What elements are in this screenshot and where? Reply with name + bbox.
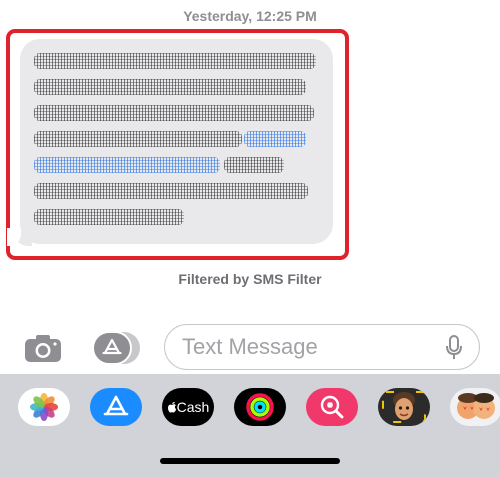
app-store-icon: [102, 338, 122, 355]
blurred-text-line: [34, 79, 306, 95]
memoji-icon: [382, 391, 426, 423]
blurred-text-line: [34, 53, 316, 69]
camera-button[interactable]: [22, 332, 64, 364]
blurred-text-line: [34, 105, 314, 121]
apps-button[interactable]: [92, 331, 142, 365]
message-bubble[interactable]: [20, 39, 333, 244]
composer-row: Text Message: [0, 322, 500, 374]
memoji-stickers-app[interactable]: [450, 388, 500, 426]
blurred-text-line: [34, 209, 184, 225]
memoji-app[interactable]: [378, 388, 430, 426]
blurred-text-line: [224, 157, 284, 173]
message-input-placeholder: Text Message: [182, 334, 318, 359]
app-store-app[interactable]: [90, 388, 142, 426]
apple-cash-icon: [167, 401, 176, 413]
apple-cash-label: Cash: [176, 399, 210, 415]
search-app[interactable]: [306, 388, 358, 426]
filter-note: Filtered by SMS Filter: [178, 271, 322, 287]
memoji-icon: [457, 393, 495, 419]
blurred-link[interactable]: [34, 157, 220, 173]
microphone-icon[interactable]: [445, 335, 463, 361]
photos-icon: [30, 393, 58, 421]
blurred-text-line: [34, 131, 242, 147]
app-store-icon: [103, 395, 129, 416]
blurred-text-line: [34, 183, 308, 199]
activity-app[interactable]: [234, 388, 286, 426]
home-indicator[interactable]: [160, 458, 340, 464]
search-heart-icon: [320, 395, 344, 419]
apps-button-front: [92, 331, 132, 365]
photos-app[interactable]: [18, 388, 70, 426]
activity-icon: [246, 393, 274, 421]
message-input[interactable]: Text Message: [164, 324, 480, 370]
message-timestamp: Yesterday, 12:25 PM: [183, 8, 317, 24]
apple-cash-app[interactable]: Cash: [162, 388, 214, 426]
blurred-link[interactable]: [244, 131, 306, 147]
camera-icon: [25, 335, 61, 362]
